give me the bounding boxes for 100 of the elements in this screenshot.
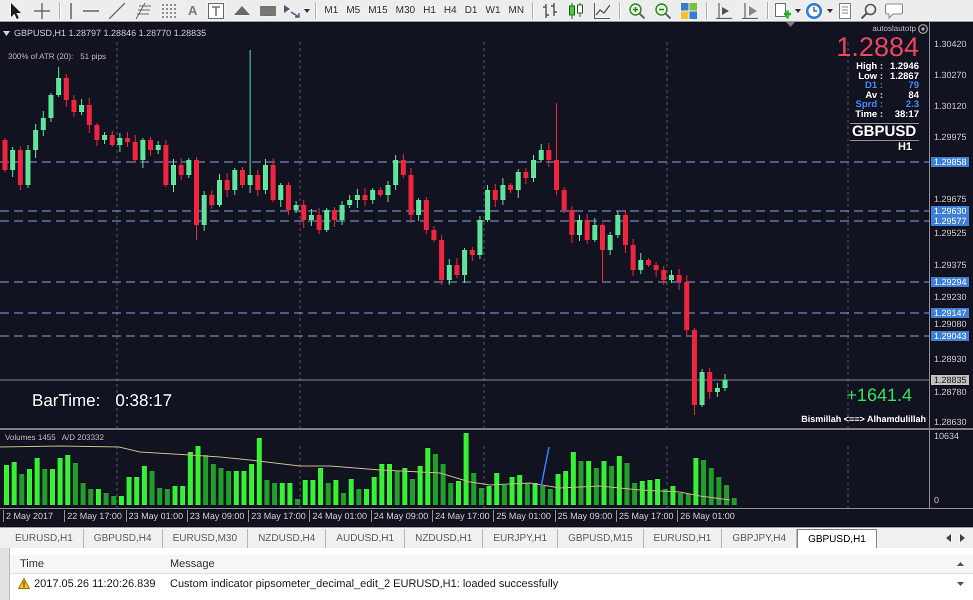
atr-value: 51 pips xyxy=(80,52,106,62)
clock-icon[interactable] xyxy=(806,2,822,18)
bar-chart-icon[interactable] xyxy=(542,2,558,18)
price-axis-label: 1.29675 xyxy=(933,194,968,204)
text-label-icon[interactable] xyxy=(208,2,224,18)
crosshair-icon[interactable] xyxy=(34,2,50,18)
indicator-axis-label: 0 xyxy=(934,495,940,505)
level-price-tag: 1.29577 xyxy=(931,216,969,226)
arrows-icon[interactable] xyxy=(284,2,300,18)
stat-value: 1.2867 xyxy=(888,72,919,81)
stat-value: 38:17 xyxy=(894,110,919,119)
log-message: Custom indicator pipsometer_decimal_edit_2 EURUSD,H1: loaded successfully xyxy=(169,578,560,590)
stat-label: Av : xyxy=(865,90,883,100)
timeframe-button[interactable]: H4 xyxy=(440,2,461,20)
time-axis-label: 24 May 09:00 xyxy=(370,510,432,522)
time-axis-label: 26 May 01:00 xyxy=(677,510,739,522)
level-price-tag: 1.29630 xyxy=(931,206,969,216)
price-axis-label: 1.29975 xyxy=(933,132,968,142)
text-tool-button[interactable]: A xyxy=(184,2,202,20)
zoom-out-icon[interactable] xyxy=(655,2,672,18)
stat-label: D1 : xyxy=(864,81,883,90)
profit-value: +1641.4 xyxy=(846,385,912,405)
scroll-left-icon[interactable] xyxy=(946,534,951,542)
price-axis-label: 1.30120 xyxy=(933,101,968,111)
price-axis-label: 1.28930 xyxy=(933,354,968,364)
stat-label: Low : xyxy=(858,72,883,81)
level-price-tag: 1.29043 xyxy=(931,331,969,341)
price-axis-label: 1.29525 xyxy=(933,228,968,238)
atr-label: 300% of ATR (20): xyxy=(8,52,74,62)
add-indicator-icon[interactable] xyxy=(775,2,792,18)
price-axis-label: 1.30270 xyxy=(933,70,968,80)
stat-value: 1.2946 xyxy=(888,62,919,72)
trend-line xyxy=(540,446,550,488)
horizontal-line-icon[interactable] xyxy=(83,8,99,12)
chart-tab[interactable]: GBPUSD,H1 xyxy=(797,529,877,548)
scroll-right-icon[interactable] xyxy=(960,534,965,542)
time-axis-label: 24 May 17:00 xyxy=(432,510,494,522)
vertical-line-icon[interactable] xyxy=(69,2,73,18)
cursor-arrow-icon[interactable] xyxy=(8,2,24,18)
caret-icon[interactable] xyxy=(795,8,802,12)
timeframe-button[interactable]: M15 xyxy=(364,2,392,20)
symbol-label: GBPUSD xyxy=(850,123,919,141)
price-axis-label: 1.29080 xyxy=(933,319,968,329)
caret-icon[interactable] xyxy=(827,8,834,12)
timeframe-button[interactable]: M5 xyxy=(342,2,364,20)
price-axis-label: 1.29230 xyxy=(933,292,968,302)
current-price: 1.2884 xyxy=(836,34,919,61)
ad-label: A/D 203332 xyxy=(62,433,104,443)
levels-icon[interactable] xyxy=(135,2,151,18)
line-chart-icon[interactable] xyxy=(594,2,610,18)
volumes-label: Volumes 1455 xyxy=(5,433,56,443)
timeframe-button[interactable]: D1 xyxy=(460,2,482,20)
candlestick-icon[interactable] xyxy=(568,2,584,18)
footer-note: Bismillah <==> Alhamdulillah xyxy=(801,414,926,425)
timeframe-button[interactable]: MN xyxy=(504,2,528,20)
level-price-tag: 1.29294 xyxy=(931,277,969,287)
indicator-axis-label: 10634 xyxy=(934,431,960,441)
time-axis-label: 25 May 17:00 xyxy=(616,510,678,522)
autoscroll-icon[interactable] xyxy=(742,2,758,18)
chart-symbol-quote: GBPUSD,H1 1.28797 1.28846 1.28770 1.28835 xyxy=(14,28,206,39)
price-axis-label: 1.29375 xyxy=(933,260,968,270)
time-axis-label: 25 May 09:00 xyxy=(554,510,616,522)
column-header: Time xyxy=(19,558,46,570)
log-time: 2017.05.26 11:20:26.839 xyxy=(34,578,156,590)
stat-label: High : xyxy=(855,62,883,72)
time-axis-label: 24 May 01:00 xyxy=(309,510,371,522)
dotted-grid-icon[interactable] xyxy=(161,2,177,18)
timeframe-button[interactable]: H1 xyxy=(419,2,440,20)
scroll-down-icon[interactable] xyxy=(957,582,964,586)
stat-value: 84 xyxy=(908,90,919,100)
timeframe-button[interactable]: M30 xyxy=(392,2,420,20)
zoom-in-icon[interactable] xyxy=(629,2,646,18)
bar-time-value: 0:38:17 xyxy=(115,391,172,411)
stat-value: 79 xyxy=(907,81,919,90)
stat-value: 2.3 xyxy=(904,100,919,110)
timeframe-button[interactable]: M1 xyxy=(320,2,342,20)
caret-icon[interactable] xyxy=(304,8,310,12)
scroll-up-icon[interactable] xyxy=(957,562,964,566)
time-axis-label: 23 May 09:00 xyxy=(186,510,248,522)
bid-price-tag: 1.28835 xyxy=(931,375,969,385)
triangle-icon[interactable] xyxy=(234,6,250,15)
time-axis-label: 22 May 17:00 xyxy=(64,510,126,522)
circle-icon xyxy=(918,24,928,34)
trend-line-icon[interactable] xyxy=(109,2,125,18)
timeframe-label: H1 xyxy=(898,141,912,153)
chat-icon[interactable] xyxy=(885,2,904,18)
level-price-tag: 1.29858 xyxy=(931,157,969,167)
search-icon[interactable] xyxy=(861,2,878,18)
time-axis-label: 25 May 01:00 xyxy=(493,510,555,522)
chart-shift-icon[interactable] xyxy=(716,2,732,18)
rectangle-icon[interactable] xyxy=(260,6,276,16)
timeframe-button[interactable]: W1 xyxy=(482,2,504,20)
level-price-tag: 1.29147 xyxy=(931,308,969,318)
time-axis-label: 23 May 01:00 xyxy=(126,510,187,522)
price-axis-label: 1.28630 xyxy=(933,417,968,427)
stat-label: Time : xyxy=(854,110,883,119)
warning-icon xyxy=(18,578,30,589)
template-icon[interactable] xyxy=(839,2,852,18)
tile-windows-icon[interactable] xyxy=(681,2,698,18)
price-axis-label: 1.30420 xyxy=(933,39,968,49)
